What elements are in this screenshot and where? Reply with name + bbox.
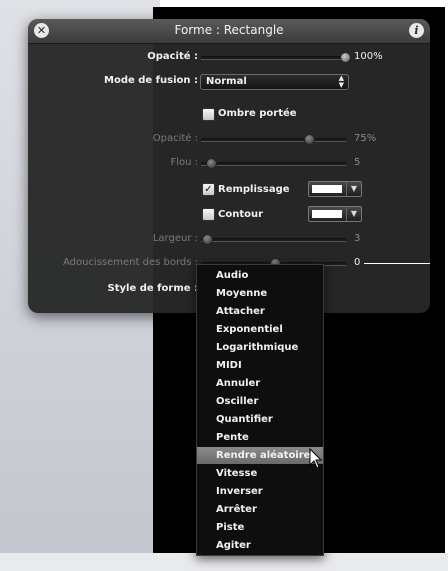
- shadow-opacity-slider-knob[interactable]: [304, 134, 315, 145]
- menu-item[interactable]: Pente: [197, 429, 323, 446]
- hud-title: Forme : Rectangle: [174, 23, 284, 37]
- menu-item[interactable]: Logarithmique: [197, 339, 323, 356]
- menu-item[interactable]: Exponentiel: [197, 321, 323, 338]
- outline-color-swatch: [312, 210, 342, 218]
- fill-color-swatch: [312, 185, 342, 193]
- opacity-slider[interactable]: [201, 56, 346, 59]
- fill-checkbox[interactable]: ✓: [202, 183, 215, 196]
- blur-slider-knob[interactable]: [206, 158, 217, 169]
- menu-item[interactable]: MIDI: [197, 357, 323, 374]
- blend-mode-label: Mode de fusion :: [104, 75, 198, 86]
- menu-item[interactable]: Moyenne: [197, 285, 323, 302]
- shape-style-label: Style de forme :: [107, 283, 198, 294]
- outline-color-well[interactable]: ▼: [308, 206, 362, 222]
- width-value[interactable]: 3: [354, 233, 360, 244]
- blend-mode-value: Normal: [206, 76, 247, 87]
- opacity-slider-knob[interactable]: [340, 52, 351, 63]
- menu-item[interactable]: Osciller: [197, 393, 323, 410]
- fill-color-well[interactable]: ▼: [308, 181, 362, 197]
- shadow-opacity-label: Opacité :: [152, 133, 198, 144]
- hud-titlebar: ✕ Forme : Rectangle i: [28, 19, 430, 44]
- menu-item[interactable]: Quantifier: [197, 411, 323, 428]
- menu-item[interactable]: Attacher: [197, 303, 323, 320]
- info-icon[interactable]: i: [409, 23, 424, 38]
- blend-mode-popup[interactable]: Normal ▲ ▼: [200, 74, 349, 90]
- shadow-opacity-slider[interactable]: [201, 138, 346, 141]
- chevron-down-icon[interactable]: ▼: [346, 182, 361, 196]
- updown-arrows-icon: ▲ ▼: [338, 74, 344, 89]
- menu-item[interactable]: Audio: [197, 267, 323, 284]
- blur-slider[interactable]: [201, 162, 346, 165]
- feather-value-line: [364, 263, 430, 264]
- width-slider[interactable]: [201, 238, 346, 241]
- drop-shadow-label: Ombre portée: [218, 108, 297, 119]
- menu-item[interactable]: Arrêter: [197, 501, 323, 518]
- width-label: Largeur :: [152, 233, 198, 244]
- menu-item[interactable]: Inverser: [197, 483, 323, 500]
- mouse-pointer-icon: [309, 448, 323, 469]
- fill-label: Remplissage: [218, 184, 290, 195]
- menu-item[interactable]: Agiter: [197, 537, 323, 554]
- feather-value[interactable]: 0: [354, 257, 360, 268]
- drop-shadow-checkbox[interactable]: [202, 108, 215, 121]
- outline-label: Contour: [218, 209, 264, 220]
- opacity-label: Opacité :: [147, 51, 198, 62]
- menu-item-highlighted[interactable]: Rendre aléatoire: [197, 447, 323, 464]
- blur-label: Flou :: [170, 157, 198, 168]
- width-slider-knob[interactable]: [202, 234, 213, 245]
- opacity-value[interactable]: 100%: [354, 51, 383, 62]
- menu-item[interactable]: Piste: [197, 519, 323, 536]
- feather-label: Adoucissement des bords :: [62, 257, 198, 268]
- shape-style-menu: Audio Moyenne Attacher Exponentiel Logar…: [196, 264, 324, 556]
- shadow-opacity-value[interactable]: 75%: [354, 133, 376, 144]
- chevron-down-icon[interactable]: ▼: [346, 207, 361, 221]
- outline-checkbox[interactable]: [202, 208, 215, 221]
- blur-value[interactable]: 5: [354, 157, 360, 168]
- menu-item[interactable]: Vitesse: [197, 465, 323, 482]
- menu-item[interactable]: Annuler: [197, 375, 323, 392]
